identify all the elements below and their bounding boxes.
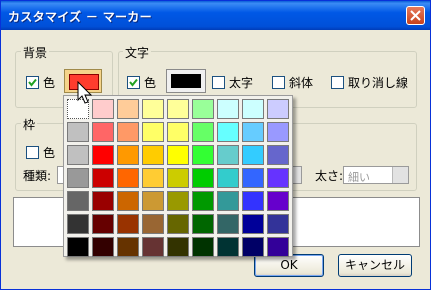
mouse-pointer-icon	[77, 81, 93, 104]
thickness-select[interactable]: 細い	[343, 166, 409, 184]
border-color-label: 色	[43, 146, 56, 160]
palette-color-cell[interactable]	[117, 237, 139, 257]
palette-color-cell[interactable]	[217, 99, 239, 119]
background-legend: 背景	[21, 44, 50, 61]
palette-color-cell[interactable]	[217, 237, 239, 257]
palette-color-cell[interactable]	[192, 237, 214, 257]
palette-color-cell[interactable]	[117, 168, 139, 188]
palette-color-cell[interactable]	[92, 168, 114, 188]
palette-color-cell[interactable]	[242, 191, 264, 211]
palette-color-cell[interactable]	[192, 99, 214, 119]
italic-checkbox[interactable]	[272, 76, 285, 89]
palette-color-cell[interactable]	[267, 145, 289, 165]
italic-label: 斜体	[289, 76, 314, 90]
palette-color-cell[interactable]	[117, 122, 139, 142]
palette-color-cell[interactable]	[217, 168, 239, 188]
palette-color-cell[interactable]	[92, 214, 114, 234]
palette-color-cell[interactable]	[142, 168, 164, 188]
palette-color-cell[interactable]	[267, 214, 289, 234]
text-color-swatch	[171, 74, 201, 88]
background-color-label: 色	[43, 76, 56, 90]
strikethrough-label: 取り消し線	[348, 76, 409, 90]
window-title: カスタマイズ － マーカー	[8, 10, 152, 24]
palette-color-cell[interactable]	[142, 191, 164, 211]
palette-color-cell[interactable]	[117, 214, 139, 234]
ok-button[interactable]: OK	[254, 254, 324, 277]
text-color-checkbox[interactable]	[127, 76, 140, 89]
palette-color-cell[interactable]	[67, 145, 89, 165]
palette-color-cell[interactable]	[67, 237, 89, 257]
palette-color-cell[interactable]	[192, 122, 214, 142]
palette-color-cell[interactable]	[117, 99, 139, 119]
color-grid	[67, 99, 289, 257]
palette-color-cell[interactable]	[242, 214, 264, 234]
cancel-button[interactable]: キャンセル	[338, 254, 412, 277]
palette-color-cell[interactable]	[92, 99, 114, 119]
palette-color-cell[interactable]	[167, 168, 189, 188]
palette-color-cell[interactable]	[92, 237, 114, 257]
palette-color-cell[interactable]	[217, 145, 239, 165]
palette-color-cell[interactable]	[192, 214, 214, 234]
text-color-button[interactable]	[166, 69, 206, 93]
palette-color-cell[interactable]	[92, 145, 114, 165]
palette-color-cell[interactable]	[267, 237, 289, 257]
palette-color-cell[interactable]	[92, 191, 114, 211]
palette-color-cell[interactable]	[242, 145, 264, 165]
palette-color-cell[interactable]	[167, 214, 189, 234]
palette-color-cell[interactable]	[167, 237, 189, 257]
palette-color-cell[interactable]	[142, 214, 164, 234]
border-legend: 枠	[21, 116, 38, 133]
bold-checkbox[interactable]	[212, 76, 225, 89]
chevron-down-icon	[392, 167, 408, 183]
palette-color-cell[interactable]	[217, 122, 239, 142]
thickness-value: 細い	[348, 171, 370, 184]
palette-color-cell[interactable]	[167, 191, 189, 211]
palette-color-cell[interactable]	[117, 145, 139, 165]
title-bar[interactable]: カスタマイズ － マーカー	[1, 1, 430, 30]
close-button[interactable]	[406, 6, 425, 25]
palette-color-cell[interactable]	[192, 191, 214, 211]
palette-color-cell[interactable]	[242, 168, 264, 188]
text-color-label: 色	[144, 76, 157, 90]
palette-color-cell[interactable]	[267, 99, 289, 119]
palette-color-cell[interactable]	[167, 99, 189, 119]
palette-color-cell[interactable]	[92, 122, 114, 142]
palette-color-cell[interactable]	[67, 214, 89, 234]
checkmark-icon	[28, 78, 37, 87]
palette-color-cell[interactable]	[67, 191, 89, 211]
palette-color-cell[interactable]	[117, 191, 139, 211]
text-legend: 文字	[123, 44, 152, 61]
close-icon	[410, 10, 421, 21]
palette-color-cell[interactable]	[242, 99, 264, 119]
checkmark-icon	[129, 78, 138, 87]
palette-color-cell[interactable]	[217, 214, 239, 234]
palette-color-cell[interactable]	[142, 237, 164, 257]
palette-color-cell[interactable]	[217, 191, 239, 211]
bold-label: 太字	[229, 76, 254, 90]
palette-color-cell[interactable]	[142, 99, 164, 119]
palette-color-cell[interactable]	[167, 145, 189, 165]
background-color-checkbox[interactable]	[26, 76, 39, 89]
color-palette-popup	[63, 95, 293, 257]
palette-color-cell[interactable]	[267, 191, 289, 211]
palette-color-cell[interactable]	[167, 122, 189, 142]
palette-color-cell[interactable]	[242, 122, 264, 142]
border-color-checkbox[interactable]	[26, 146, 39, 159]
strikethrough-checkbox[interactable]	[331, 76, 344, 89]
palette-color-cell[interactable]	[142, 145, 164, 165]
palette-color-cell[interactable]	[267, 168, 289, 188]
border-type-label: 種類:	[23, 169, 52, 183]
palette-color-cell[interactable]	[142, 122, 164, 142]
palette-color-cell[interactable]	[67, 122, 89, 142]
palette-color-cell[interactable]	[67, 168, 89, 188]
palette-color-cell[interactable]	[242, 237, 264, 257]
thickness-label: 太さ:	[315, 169, 344, 183]
customize-marker-dialog: カスタマイズ － マーカー 背景 色 文字 色 太字 斜体 取り消し線 枠 色 …	[0, 0, 431, 290]
palette-color-cell[interactable]	[192, 145, 214, 165]
palette-color-cell[interactable]	[267, 122, 289, 142]
palette-color-cell[interactable]	[192, 168, 214, 188]
